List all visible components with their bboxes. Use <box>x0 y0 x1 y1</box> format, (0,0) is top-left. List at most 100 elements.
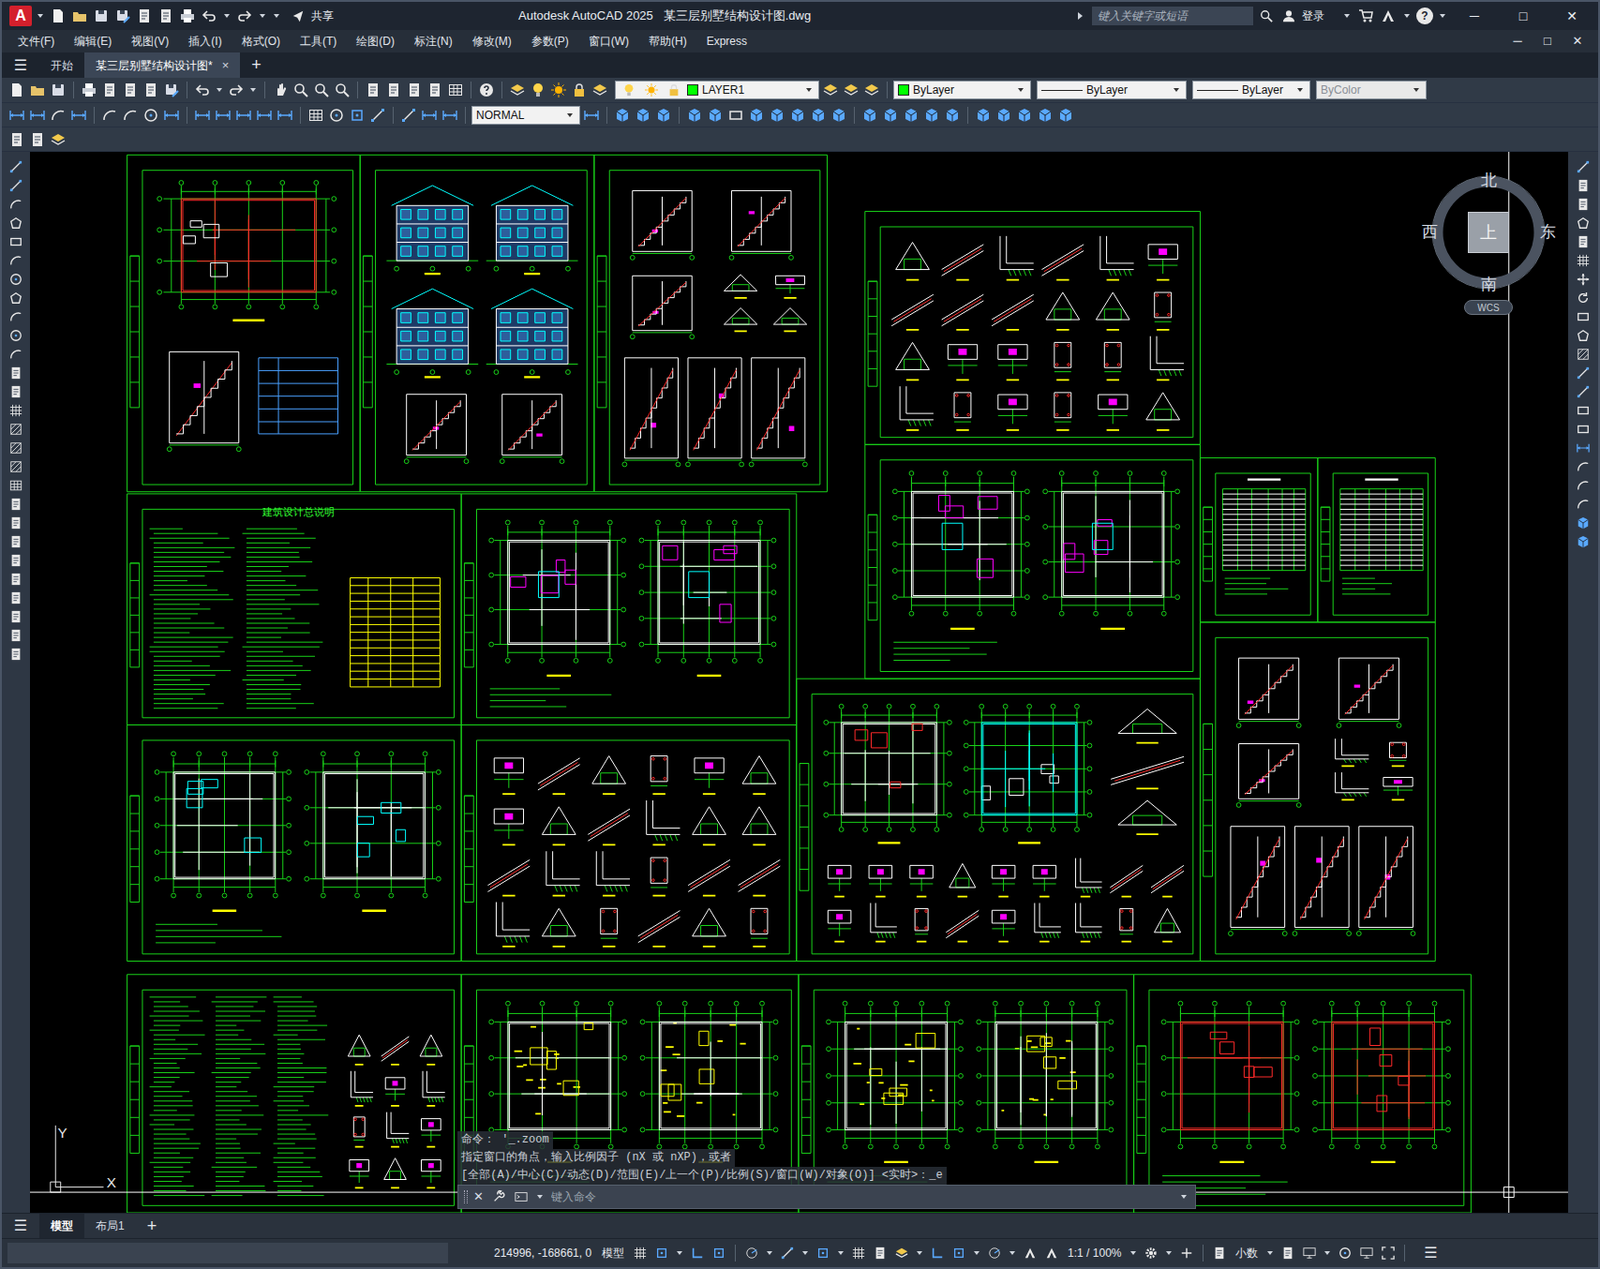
prompt-icon[interactable] <box>511 1187 531 1207</box>
line-icon[interactable] <box>1573 382 1593 402</box>
dropdown-caret[interactable] <box>837 1251 844 1256</box>
undo-icon[interactable] <box>193 80 212 100</box>
dim-icon[interactable] <box>234 105 254 125</box>
document-tab[interactable]: 某三层别墅结构设计图*× <box>84 52 240 78</box>
cube-icon[interactable] <box>654 105 673 125</box>
doc-icon[interactable] <box>6 494 26 514</box>
layout-tab[interactable]: 模型 <box>39 1213 85 1239</box>
line-icon[interactable] <box>6 176 26 195</box>
dropdown-caret[interactable] <box>1130 1251 1137 1256</box>
cube-icon[interactable] <box>747 105 766 125</box>
doc-icon[interactable] <box>363 80 383 100</box>
menu-button[interactable]: ☰ <box>1 52 40 78</box>
move-icon[interactable] <box>1573 269 1593 289</box>
menu-item[interactable]: 绘图(D) <box>345 32 404 50</box>
rect-icon[interactable] <box>1573 401 1593 420</box>
cube-icon[interactable] <box>808 105 828 125</box>
hatch-icon[interactable] <box>1573 344 1593 364</box>
dropdown-caret[interactable] <box>973 1251 980 1256</box>
save-icon[interactable] <box>91 6 111 26</box>
doc-icon[interactable] <box>6 363 26 383</box>
menu-item[interactable]: Express <box>696 32 757 50</box>
units-dropdown[interactable]: 小数 <box>1231 1244 1262 1262</box>
menu-item[interactable]: 格式(O) <box>231 32 290 50</box>
dropdown-caret[interactable] <box>1344 14 1350 18</box>
app-logo[interactable]: A <box>9 5 32 27</box>
autodesk-icon[interactable] <box>1378 6 1398 26</box>
arc-icon[interactable] <box>1573 457 1593 477</box>
circle-icon[interactable] <box>6 269 26 289</box>
share-icon[interactable] <box>288 6 308 26</box>
minimize-document-button[interactable]: ─ <box>1502 31 1533 51</box>
cube-icon[interactable] <box>788 105 808 125</box>
search-field[interactable] <box>1091 6 1254 26</box>
pan-icon[interactable] <box>270 80 290 100</box>
bulb-icon[interactable] <box>528 80 548 100</box>
color-dropdown[interactable]: ByLayer <box>893 80 1032 100</box>
zoom-icon[interactable] <box>1256 6 1276 26</box>
sun-icon[interactable] <box>549 80 569 100</box>
cube-icon[interactable] <box>881 105 900 125</box>
cube-icon[interactable] <box>613 105 632 125</box>
dropdown-caret[interactable] <box>250 88 256 92</box>
cube-icon[interactable] <box>705 105 725 125</box>
hatch-icon[interactable] <box>6 438 26 458</box>
compass-west[interactable]: 西 <box>1420 224 1439 240</box>
viewcube[interactable]: 北南西东上WCS <box>1418 166 1559 322</box>
login-button[interactable]: 登录 <box>1301 7 1338 25</box>
wrench-icon[interactable] <box>489 1187 509 1207</box>
doc-icon[interactable] <box>120 80 140 100</box>
redo-icon[interactable] <box>226 80 246 100</box>
polar-icon[interactable] <box>985 1243 1004 1263</box>
cube-icon[interactable] <box>829 105 849 125</box>
cube-icon[interactable] <box>1573 513 1593 533</box>
layout-tab[interactable]: 布局1 <box>84 1213 136 1239</box>
gear-icon[interactable] <box>1141 1243 1161 1263</box>
cube-icon[interactable] <box>901 105 921 125</box>
dim-icon[interactable] <box>1573 438 1593 458</box>
snap-icon[interactable] <box>949 1243 969 1263</box>
restore-document-button[interactable]: □ <box>1532 31 1563 51</box>
monitor-icon[interactable] <box>1357 1243 1376 1263</box>
zoom-icon[interactable] <box>291 80 311 100</box>
table-icon[interactable] <box>306 105 326 125</box>
ortho-icon[interactable] <box>687 1243 707 1263</box>
doc-icon[interactable] <box>6 532 26 552</box>
snap-icon[interactable] <box>652 1243 672 1263</box>
dropdown-caret[interactable] <box>1173 88 1180 92</box>
lock-icon[interactable] <box>569 80 589 100</box>
help-button[interactable]: ? <box>1416 7 1434 25</box>
dropdown-caret[interactable] <box>1009 1251 1016 1256</box>
dropdown-caret[interactable] <box>1413 88 1420 92</box>
doc-icon[interactable] <box>6 382 26 402</box>
dropdown-caret[interactable] <box>216 88 223 92</box>
dim-icon[interactable] <box>213 105 233 125</box>
line-icon[interactable] <box>368 105 388 125</box>
arc-icon[interactable] <box>120 105 140 125</box>
dropdown-caret[interactable] <box>802 1251 808 1256</box>
dropdown-caret[interactable] <box>567 113 573 118</box>
dropdown-caret[interactable] <box>916 1251 923 1256</box>
tab-close-button[interactable]: × <box>222 56 230 75</box>
doc-icon[interactable] <box>156 6 176 26</box>
plus-icon[interactable] <box>1177 1243 1197 1263</box>
close-document-button[interactable]: ✕ <box>1562 31 1593 51</box>
layer-dropdown[interactable]: LAYER1 <box>614 80 820 100</box>
close-command-line-button[interactable]: ✕ <box>471 1187 486 1207</box>
layer-icon[interactable] <box>892 1243 912 1263</box>
dropdown-caret[interactable] <box>806 88 812 92</box>
zoom-icon[interactable] <box>332 80 352 100</box>
dim-icon[interactable] <box>69 105 89 125</box>
dropdown-caret[interactable] <box>1166 1251 1172 1256</box>
dropdown-caret[interactable] <box>537 1195 543 1199</box>
grid-icon[interactable] <box>849 1243 868 1263</box>
menu-item[interactable]: 帮助(H) <box>638 32 697 50</box>
layer-icon[interactable] <box>841 80 861 100</box>
arc-icon[interactable] <box>1573 494 1593 514</box>
doc-icon[interactable] <box>1573 176 1593 195</box>
dim-icon[interactable] <box>162 105 181 125</box>
circle-icon[interactable] <box>1335 1243 1355 1263</box>
arc-icon[interactable] <box>6 194 26 214</box>
cube-icon[interactable] <box>1573 532 1593 552</box>
layer-icon[interactable] <box>821 80 840 100</box>
